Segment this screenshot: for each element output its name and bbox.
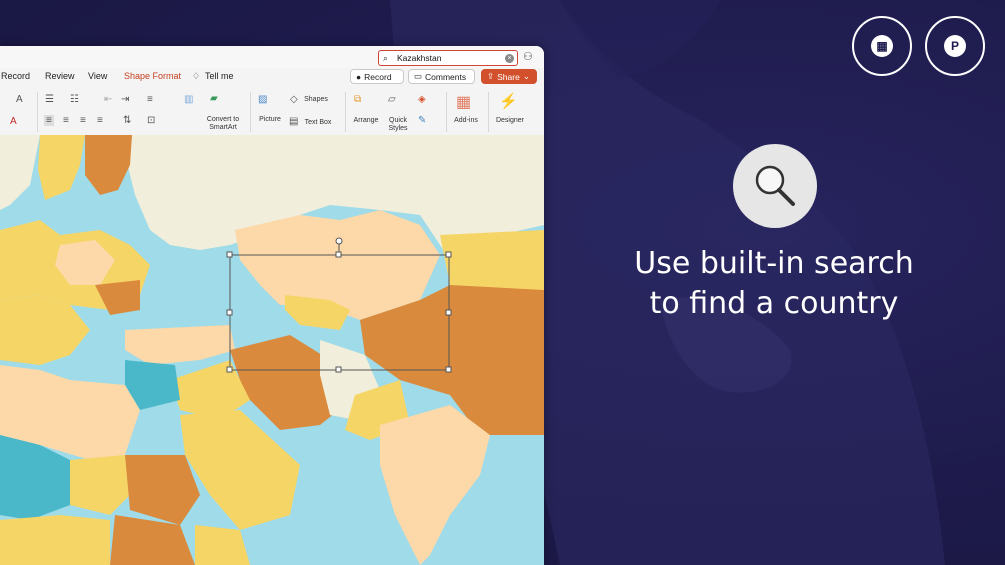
designer-label[interactable]: Designer: [492, 117, 528, 125]
resize-handle[interactable]: [445, 309, 452, 316]
record-button-label: Record: [364, 71, 392, 82]
record-button[interactable]: ● Record: [350, 69, 404, 84]
lightbulb-icon: ♢: [192, 71, 201, 81]
decrease-indent-icon[interactable]: ⇤: [104, 94, 112, 105]
tab-tell-me[interactable]: Tell me: [205, 71, 234, 81]
map-region-kazakhstan[interactable]: [235, 210, 440, 320]
collaborate-icon[interactable]: ⚇: [523, 50, 533, 63]
record-icon: ●: [356, 71, 362, 82]
headline-line-2: to find a country: [649, 286, 899, 321]
rotate-handle-icon[interactable]: [335, 237, 343, 245]
map-region-chad[interactable]: [0, 515, 110, 565]
text-box-icon[interactable]: ▤: [289, 116, 298, 127]
share-button-label: Share: [497, 71, 520, 82]
clear-search-icon[interactable]: ×: [505, 53, 514, 63]
resize-handle[interactable]: [335, 251, 342, 258]
tab-record[interactable]: Record: [1, 71, 30, 81]
title-bar: ⌕ Kazakhstan × ⚇: [0, 46, 544, 68]
world-map: [0, 135, 544, 565]
map-region-ethiopia[interactable]: [195, 525, 250, 565]
resize-handle[interactable]: [335, 366, 342, 373]
powerpoint-logo-icon: P: [944, 35, 966, 57]
bullets-icon[interactable]: ☰: [45, 94, 54, 105]
arrange-icon[interactable]: ⧉: [354, 94, 361, 105]
search-illustration-icon: [733, 144, 817, 228]
map-region-mongolia[interactable]: [440, 230, 544, 295]
tab-view[interactable]: View: [88, 71, 107, 81]
shapes-icon[interactable]: ◇: [290, 94, 298, 105]
comment-icon: ▭: [414, 71, 423, 81]
tab-shape-format[interactable]: Shape Format: [124, 71, 181, 81]
map-region-libya[interactable]: [70, 455, 130, 515]
justify-icon[interactable]: ≡: [97, 115, 103, 126]
shape-outline-icon[interactable]: ✎: [418, 115, 426, 126]
smartart-icon[interactable]: ▰: [210, 93, 218, 104]
headline: Use built-in search to find a country: [580, 244, 968, 324]
editable-badge: P: [925, 16, 985, 76]
add-ins-icon[interactable]: ▦: [456, 92, 471, 112]
quick-styles-icon[interactable]: ▱: [388, 94, 396, 105]
shape-fill-icon[interactable]: ◈: [418, 94, 426, 105]
resize-handle[interactable]: [226, 309, 233, 316]
designer-icon[interactable]: ⚡: [499, 92, 518, 110]
arrange-label[interactable]: Arrange: [349, 117, 383, 125]
search-field[interactable]: ⌕ Kazakhstan ×: [378, 50, 518, 66]
comments-button[interactable]: ▭ Comments: [408, 69, 475, 84]
text-direction-icon[interactable]: ⇅: [123, 115, 131, 126]
add-ins-label[interactable]: Add-ins: [450, 117, 482, 125]
text-box-label[interactable]: Text Box: [302, 119, 334, 127]
text-effects-icon[interactable]: A: [16, 94, 23, 105]
search-input[interactable]: Kazakhstan: [397, 53, 505, 63]
align-left-icon[interactable]: ≡: [44, 115, 54, 126]
search-icon: ⌕: [383, 52, 389, 63]
map-region-norway[interactable]: [0, 135, 40, 210]
picture-icon[interactable]: ▨: [258, 94, 267, 105]
numbering-icon[interactable]: ☷: [70, 94, 79, 105]
font-color-icon[interactable]: A: [10, 116, 17, 127]
increase-indent-icon[interactable]: ⇥: [121, 94, 129, 105]
pptyman-badge: ▦: [852, 16, 912, 76]
picture-label[interactable]: Picture: [253, 116, 287, 124]
powerpoint-window: ⌕ Kazakhstan × ⚇ Record Review View Shap…: [0, 46, 544, 565]
quick-styles-label[interactable]: Quick Styles: [384, 117, 412, 133]
chevron-down-icon: ⌄: [522, 71, 530, 81]
align-text-icon[interactable]: ⊡: [147, 115, 155, 126]
align-center-icon[interactable]: ≡: [63, 115, 69, 126]
map-region-romania[interactable]: [95, 280, 140, 315]
columns-icon[interactable]: ▥: [184, 94, 193, 105]
shapes-label[interactable]: Shapes: [302, 96, 330, 104]
resize-handle[interactable]: [445, 251, 452, 258]
map-region-turkey[interactable]: [125, 325, 235, 365]
align-right-icon[interactable]: ≡: [80, 115, 86, 126]
map-region-sweden[interactable]: [38, 135, 85, 200]
slide-canvas[interactable]: [0, 135, 544, 565]
line-spacing-icon[interactable]: ≡: [147, 94, 153, 105]
headline-line-1: Use built-in search: [634, 246, 914, 281]
map-region-india[interactable]: [380, 405, 490, 565]
comments-button-label: Comments: [425, 71, 467, 82]
ribbon-toolbar: A A ☰ ☷ ⇤ ⇥ ≡ ≡ ≡ ≡ ≡ ⇅ ⊡ ▥ ▰ Convert to…: [0, 88, 544, 136]
share-icon: ⇪: [487, 71, 495, 81]
resize-handle[interactable]: [226, 251, 233, 258]
resize-handle[interactable]: [226, 366, 233, 373]
resize-handle[interactable]: [445, 366, 452, 373]
map-region-sudan[interactable]: [110, 515, 195, 565]
convert-smartart-label[interactable]: Convert to SmartArt: [200, 116, 246, 132]
share-button[interactable]: ⇪ Share ⌄: [481, 69, 537, 84]
pptyman-logo-icon: ▦: [871, 35, 893, 57]
map-region-egypt[interactable]: [125, 455, 200, 525]
tab-review[interactable]: Review: [45, 71, 75, 81]
map-region-finland[interactable]: [85, 135, 132, 195]
